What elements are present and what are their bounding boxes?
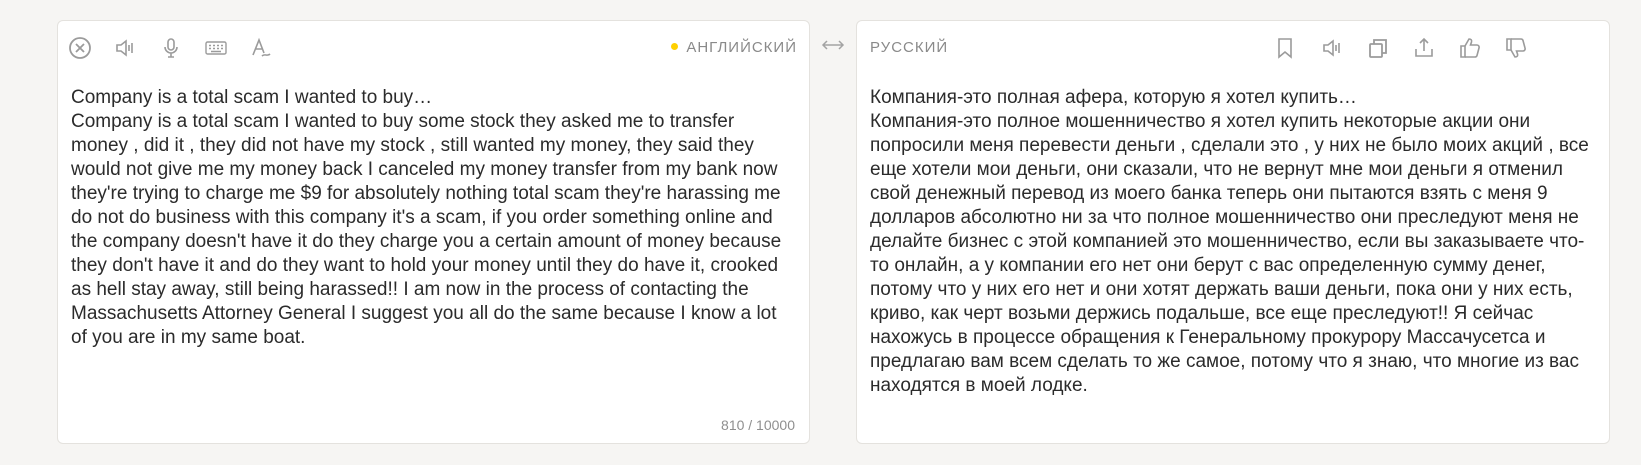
- source-toolbar: АНГЛИЙСКИЙ: [58, 21, 809, 73]
- source-language-selector[interactable]: АНГЛИЙСКИЙ: [671, 39, 797, 56]
- target-panel: РУССКИЙ Компания-это полная афера, котор…: [856, 20, 1610, 444]
- target-toolbar: РУССКИЙ: [857, 21, 1609, 73]
- source-language-label: АНГЛИЙСКИЙ: [686, 39, 797, 56]
- translator-page: АНГЛИЙСКИЙ Company is a total scam I wan…: [0, 0, 1641, 465]
- share-icon[interactable]: [1411, 35, 1437, 61]
- keyboard-icon[interactable]: [203, 35, 229, 61]
- speaker-icon[interactable]: [112, 35, 138, 61]
- source-text-input[interactable]: Company is a total scam I wanted to buy……: [71, 86, 795, 350]
- bookmark-icon[interactable]: [1272, 35, 1298, 61]
- thumbs-up-icon[interactable]: [1457, 35, 1483, 61]
- thumbs-down-icon[interactable]: [1503, 35, 1529, 61]
- source-panel: АНГЛИЙСКИЙ Company is a total scam I wan…: [57, 20, 810, 444]
- microphone-icon[interactable]: [158, 35, 184, 61]
- speaker-icon[interactable]: [1319, 35, 1345, 61]
- character-counter: 810 / 10000: [721, 417, 795, 433]
- swap-arrows-icon[interactable]: [821, 38, 845, 52]
- translation-output: Компания-это полная афера, которую я хот…: [870, 87, 1589, 396]
- target-language-label: РУССКИЙ: [870, 39, 949, 56]
- target-language-selector[interactable]: РУССКИЙ: [870, 39, 948, 56]
- clear-icon[interactable]: [67, 35, 93, 61]
- handwriting-icon[interactable]: [248, 35, 274, 61]
- copy-icon[interactable]: [1365, 35, 1391, 61]
- detected-language-dot: [671, 42, 679, 50]
